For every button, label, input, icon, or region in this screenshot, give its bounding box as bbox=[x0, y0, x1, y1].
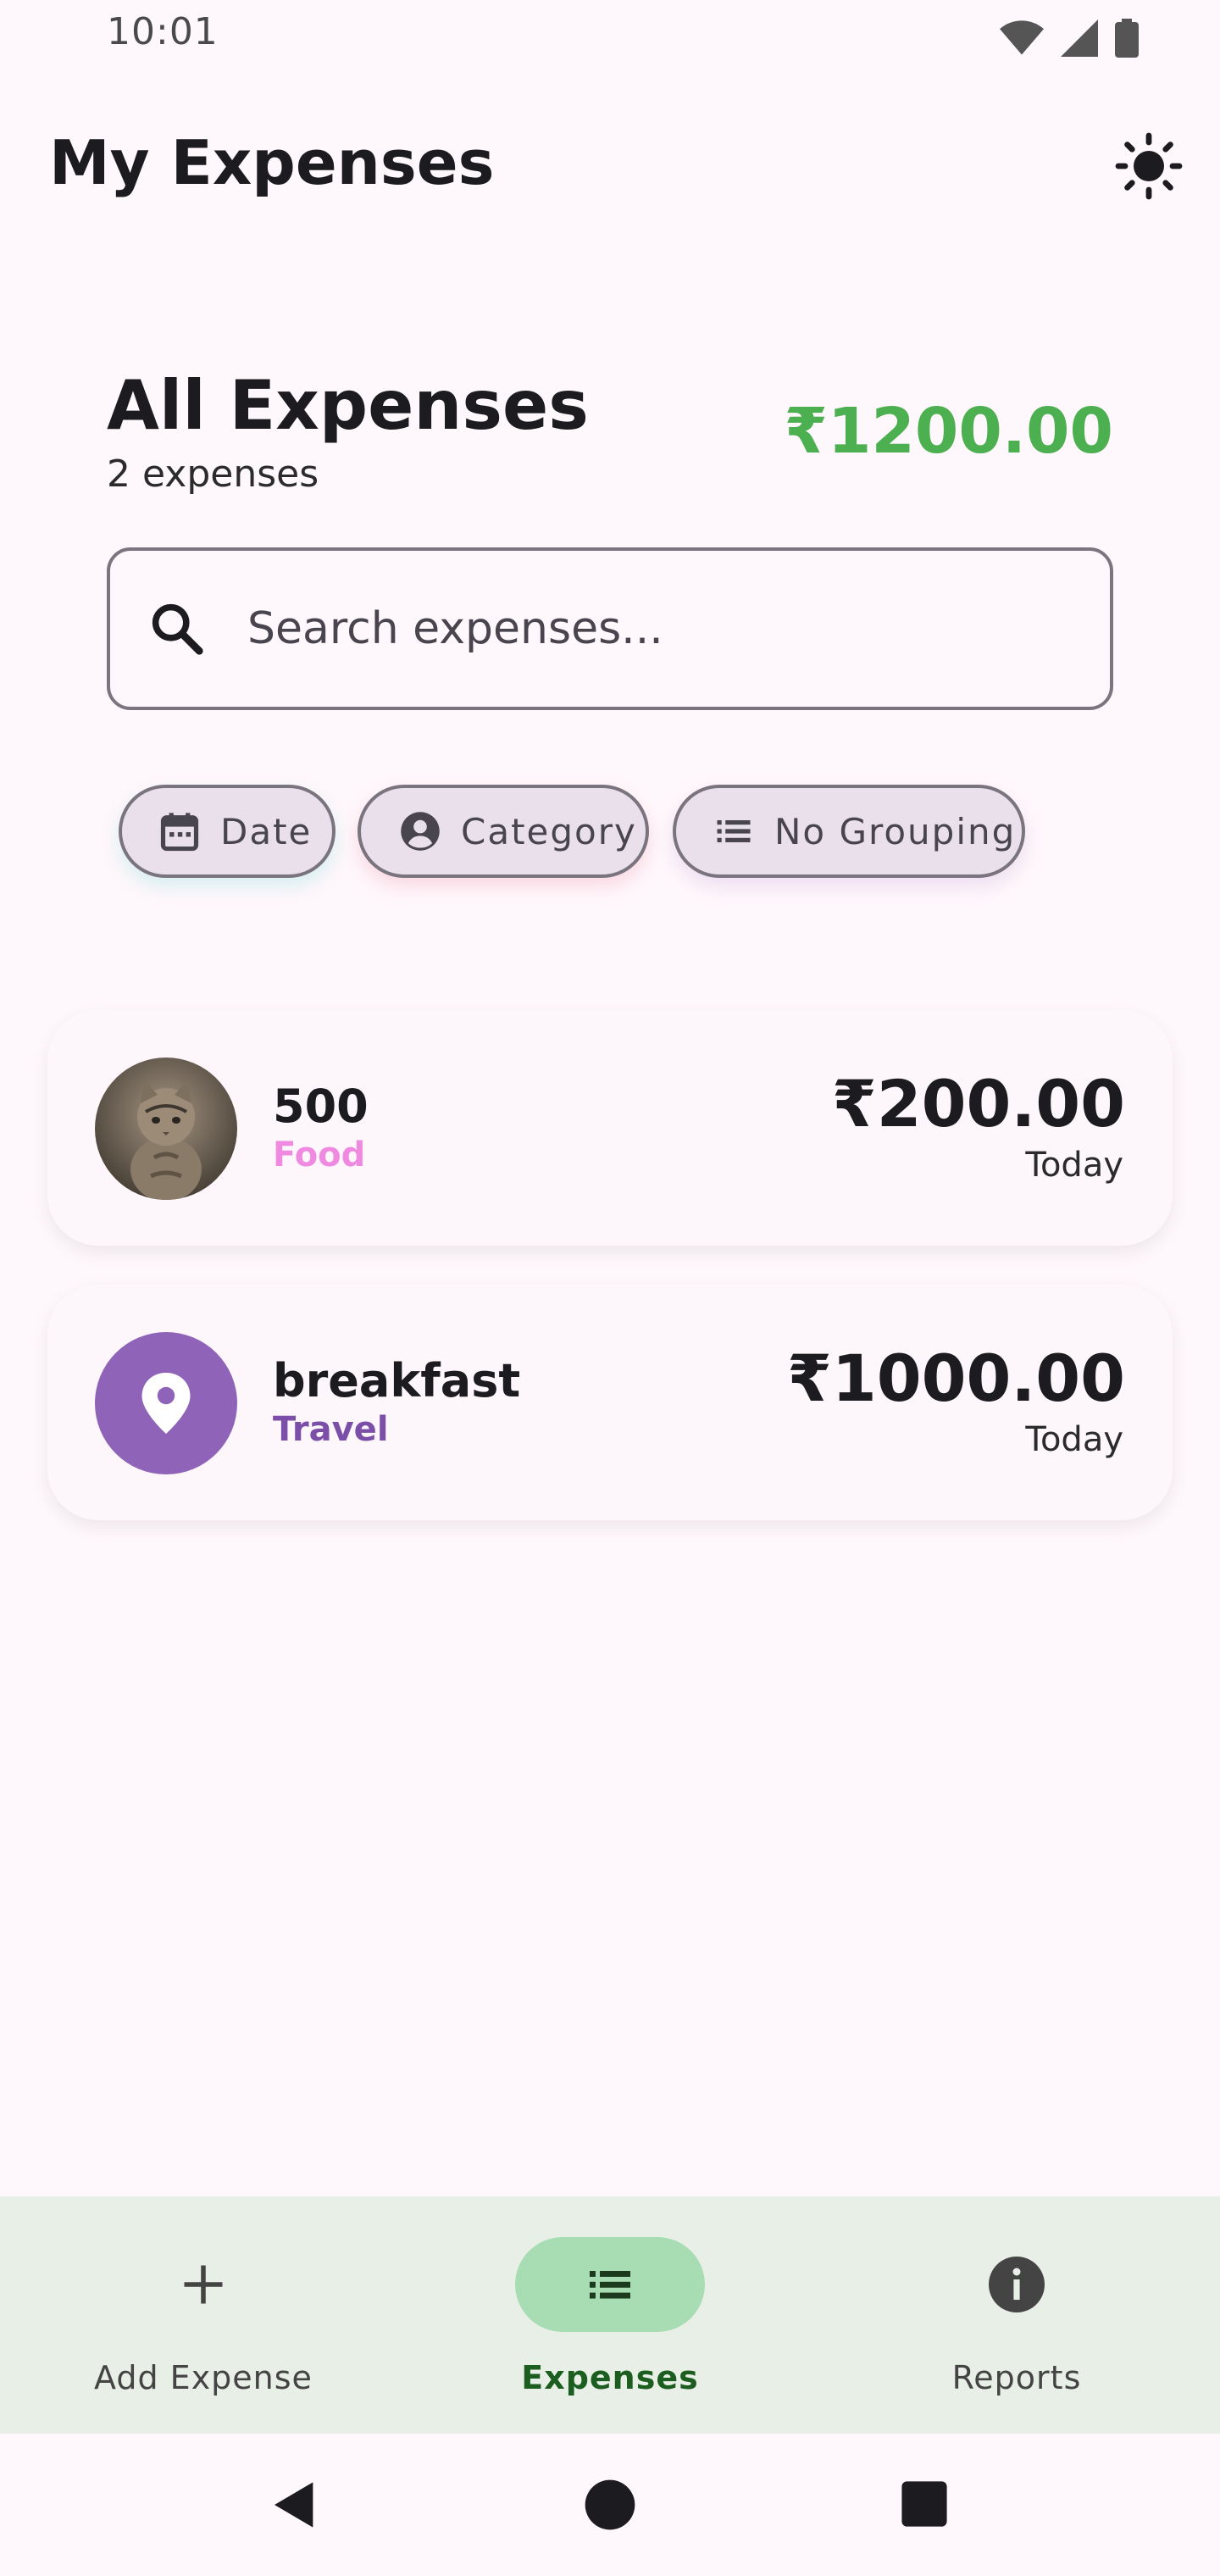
grouping-filter-chip[interactable]: No Grouping bbox=[673, 785, 1025, 878]
battery-icon bbox=[1115, 19, 1139, 58]
nav-icon-container bbox=[108, 2237, 298, 2332]
nav-item-reports[interactable]: Reports bbox=[813, 2196, 1220, 2434]
nav-item-add-expense[interactable]: Add Expense bbox=[0, 2196, 407, 2434]
category-filter-label: Category bbox=[461, 810, 637, 852]
system-navigation-bar bbox=[0, 2434, 1220, 2576]
status-icons bbox=[1000, 19, 1139, 58]
cat-illustration bbox=[130, 1080, 202, 1200]
status-time: 10:01 bbox=[107, 10, 219, 53]
nav-active-indicator bbox=[515, 2237, 705, 2332]
expense-amount: ₹1000.00 bbox=[786, 1341, 1125, 1416]
grouping-filter-label: No Grouping bbox=[774, 810, 1017, 852]
calendar-icon bbox=[160, 813, 199, 852]
expense-count: 2 expenses bbox=[107, 452, 319, 496]
account-circle-icon bbox=[401, 812, 440, 851]
recents-icon[interactable] bbox=[900, 2479, 949, 2529]
date-filter-chip[interactable]: Date bbox=[119, 785, 336, 878]
bottom-navigation: Add Expense Expenses Reports bbox=[0, 2196, 1220, 2434]
wifi-icon bbox=[1000, 20, 1044, 55]
nav-icon-container bbox=[922, 2237, 1112, 2332]
expense-card[interactable]: breakfast Travel ₹1000.00 Today bbox=[47, 1285, 1173, 1520]
category-filter-chip[interactable]: Category bbox=[358, 785, 649, 878]
expense-card[interactable]: 500 Food ₹200.00 Today bbox=[47, 1010, 1173, 1246]
nav-label-reports: Reports bbox=[951, 2359, 1082, 2396]
expense-date: Today bbox=[1025, 1420, 1123, 1459]
list-icon bbox=[717, 820, 751, 842]
location-pin-icon bbox=[141, 1373, 191, 1434]
summary-title: All Expenses bbox=[107, 366, 589, 445]
theme-toggle-button[interactable] bbox=[1112, 129, 1186, 203]
search-icon bbox=[152, 603, 203, 655]
expense-date: Today bbox=[1025, 1146, 1123, 1185]
back-icon[interactable] bbox=[268, 2478, 322, 2532]
date-filter-label: Date bbox=[220, 810, 313, 852]
total-amount: ₹1200.00 bbox=[784, 395, 1113, 468]
list-icon bbox=[590, 2271, 630, 2299]
nav-item-expenses[interactable]: Expenses bbox=[407, 2196, 813, 2434]
cell-signal-icon bbox=[1061, 19, 1098, 57]
search-field[interactable] bbox=[107, 547, 1113, 710]
nav-label-add-expense: Add Expense bbox=[94, 2359, 313, 2396]
expense-name: 500 bbox=[273, 1080, 369, 1133]
expense-category: Food bbox=[273, 1135, 366, 1174]
page-title: My Expenses bbox=[49, 127, 495, 198]
nav-label-expenses: Expenses bbox=[521, 2359, 699, 2396]
expense-category: Travel bbox=[273, 1410, 389, 1449]
plus-icon bbox=[184, 2265, 223, 2304]
sun-icon bbox=[1115, 132, 1183, 200]
cat-photo bbox=[95, 1058, 237, 1200]
home-icon[interactable] bbox=[583, 2478, 637, 2532]
search-input[interactable] bbox=[246, 602, 1012, 655]
expense-amount: ₹200.00 bbox=[831, 1066, 1125, 1141]
expense-name: breakfast bbox=[273, 1354, 521, 1407]
location-avatar bbox=[95, 1332, 237, 1474]
info-icon bbox=[989, 2257, 1045, 2312]
